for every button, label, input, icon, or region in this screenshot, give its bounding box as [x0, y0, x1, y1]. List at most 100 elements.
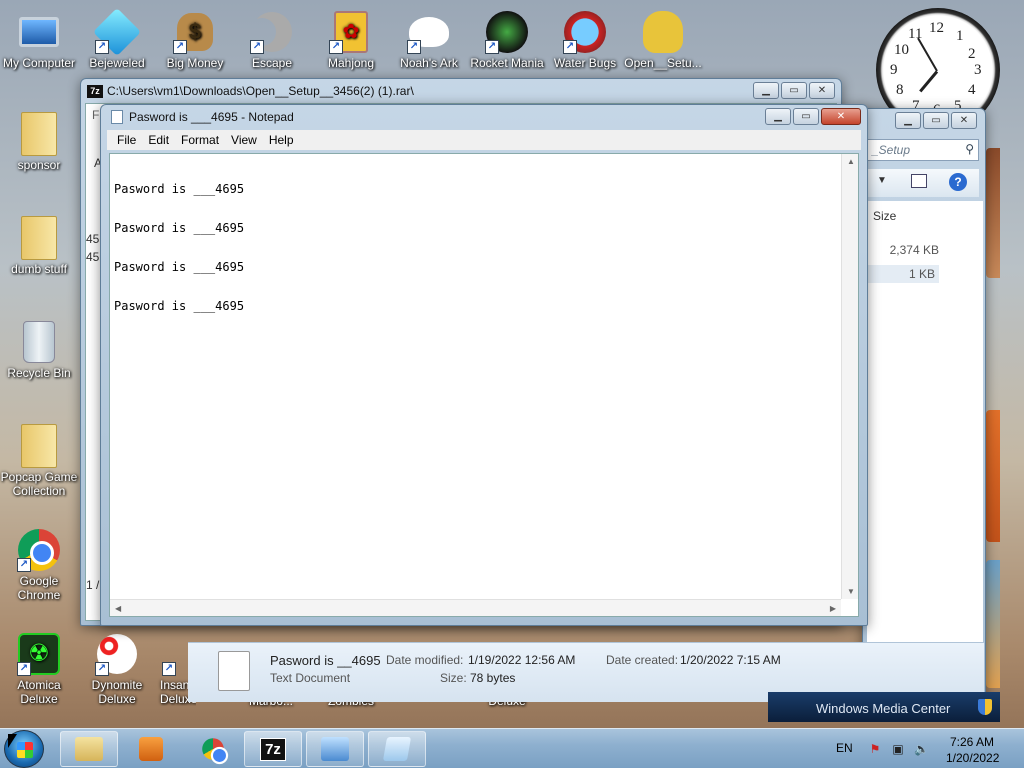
- preview-pane-icon[interactable]: [911, 174, 927, 188]
- notepad-menubar: File Edit Format View Help: [107, 130, 861, 150]
- maximize-button[interactable]: ▭: [793, 108, 819, 125]
- volume-icon[interactable]: 🔈: [914, 742, 929, 756]
- notepad-window[interactable]: Pasword is ___4695 - Notepad ▁ ▭ ✕ File …: [100, 104, 868, 626]
- media-player-icon: [139, 737, 163, 761]
- text-line: Pasword is ___4695: [114, 182, 245, 196]
- scroll-up-icon[interactable]: ▲: [847, 157, 855, 166]
- scroll-down-icon[interactable]: ▼: [847, 587, 855, 596]
- desktop-icon-google-chrome[interactable]: ↗ Google Chrome: [0, 528, 78, 602]
- close-button[interactable]: ✕: [821, 108, 861, 125]
- taskbar-explorer-button[interactable]: [60, 731, 118, 767]
- taskbar-clock-time[interactable]: 7:26 AM: [950, 735, 994, 749]
- menu-format[interactable]: Format: [175, 133, 225, 147]
- maximize-button[interactable]: ▭: [781, 82, 807, 99]
- folder-icon: [21, 216, 57, 260]
- desktop-icon-sponsor[interactable]: sponsor: [0, 112, 78, 172]
- minimize-button[interactable]: ▁: [895, 112, 921, 129]
- setup-character-icon: [643, 11, 683, 53]
- desktop-icon-label: Noah's Ark: [400, 56, 458, 70]
- sevenzip-titlebar[interactable]: 7z C:\Users\vm1\Downloads\Open__Setup__3…: [81, 79, 841, 103]
- explorer-search-input[interactable]: _Setup ⚲: [867, 139, 979, 161]
- details-date-modified-label: Date modified:: [386, 653, 464, 667]
- taskbar: 7z EN ⚑ ▣ 🔈 7:26 AM 1/20/2022: [0, 728, 1024, 768]
- shortcut-arrow-icon: ↗: [563, 40, 577, 54]
- clock-number: 2: [968, 46, 976, 62]
- close-button[interactable]: ✕: [809, 82, 835, 99]
- taskbar-7zip-button[interactable]: 7z: [244, 731, 302, 767]
- view-dropdown-icon[interactable]: ▼: [877, 175, 887, 186]
- gadget-strip-top[interactable]: [986, 148, 1000, 278]
- menu-edit[interactable]: Edit: [142, 133, 175, 147]
- shortcut-arrow-icon: ↗: [95, 40, 109, 54]
- desktop-icon-big-money[interactable]: $ ↗ Big Money: [156, 10, 234, 70]
- network-icon[interactable]: ▣: [891, 742, 905, 756]
- mouse-cursor-icon: [8, 734, 17, 748]
- shortcut-arrow-icon: ↗: [329, 40, 343, 54]
- details-file-name: Pasword is __4695: [270, 653, 381, 668]
- search-placeholder: _Setup: [872, 143, 911, 157]
- desktop-icon-popcap-collection[interactable]: Popcap Game Collection: [0, 424, 78, 498]
- media-center-gadget[interactable]: Windows Media Center: [768, 692, 1000, 722]
- taskbar-media-player-button[interactable]: [122, 731, 180, 767]
- explorer-window[interactable]: ▁ ▭ ✕ _Setup ⚲ ▼ ? Size 2,374 KB 1 KB: [862, 108, 986, 702]
- file-size-cell[interactable]: 1 KB: [867, 265, 939, 283]
- taskbar-notepad-button[interactable]: [368, 731, 426, 767]
- details-date-created: 1/20/2022 7:15 AM: [680, 653, 781, 667]
- scroll-right-icon[interactable]: ▶: [830, 604, 836, 613]
- shortcut-arrow-icon: ↗: [485, 40, 499, 54]
- taskbar-control-panel-button[interactable]: [306, 731, 364, 767]
- minimize-button[interactable]: ▁: [765, 108, 791, 125]
- notepad-titlebar[interactable]: Pasword is ___4695 - Notepad: [101, 105, 867, 129]
- action-center-flag-icon[interactable]: ⚑: [868, 742, 882, 756]
- taskbar-clock-date[interactable]: 1/20/2022: [946, 751, 999, 765]
- file-size-cell[interactable]: 2,374 KB: [890, 243, 939, 257]
- desktop-icon-water-bugs[interactable]: ↗ Water Bugs: [546, 10, 624, 70]
- menu-file[interactable]: File: [111, 133, 142, 147]
- shortcut-arrow-icon: ↗: [173, 40, 187, 54]
- column-header-size[interactable]: Size: [873, 209, 896, 223]
- horizontal-scrollbar[interactable]: ◀ ▶: [110, 599, 841, 616]
- menu-view[interactable]: View: [225, 133, 263, 147]
- details-file-type: Text Document: [270, 671, 351, 685]
- text-line: Pasword is ___4695: [114, 299, 245, 313]
- desktop-icon-bejeweled[interactable]: ↗ Bejeweled: [78, 7, 156, 70]
- help-icon[interactable]: ?: [949, 173, 967, 191]
- clock-number: 10: [894, 42, 909, 58]
- computer-icon: [19, 17, 59, 47]
- desktop-icon-atomica[interactable]: ☢ ↗ Atomica Deluxe: [0, 632, 78, 706]
- close-button[interactable]: ✕: [951, 112, 977, 129]
- desktop-icon-label: Mahjong: [327, 56, 375, 70]
- desktop-icon-my-computer[interactable]: My Computer: [0, 10, 78, 70]
- shortcut-arrow-icon: ↗: [407, 40, 421, 54]
- desktop-icon-label: Atomica Deluxe: [17, 678, 61, 706]
- notepad-text-area[interactable]: Pasword is ___4695 Pasword is ___4695 Pa…: [112, 156, 840, 598]
- gadget-strip-orange[interactable]: [986, 410, 1000, 542]
- desktop-icon-label: Open__Setu...: [624, 56, 702, 70]
- folder-icon: [21, 112, 57, 156]
- notepad-icon: [382, 737, 412, 761]
- desktop-icon-dynomite[interactable]: ↗ Dynomite Deluxe: [78, 632, 156, 706]
- desktop-icon-escape[interactable]: ↗ Escape: [233, 10, 311, 70]
- gadget-strip-bottom[interactable]: [986, 560, 1000, 688]
- desktop-icon-rocket-mania[interactable]: ↗ Rocket Mania: [468, 10, 546, 70]
- notepad-editor[interactable]: Pasword is ___4695 Pasword is ___4695 Pa…: [109, 153, 859, 617]
- minimize-button[interactable]: ▁: [753, 82, 779, 99]
- desktop-icon-noahs-ark[interactable]: ↗ Noah's Ark: [390, 10, 468, 70]
- clock-number: 3: [974, 62, 982, 78]
- menu-help[interactable]: Help: [263, 133, 300, 147]
- language-indicator[interactable]: EN: [836, 741, 853, 755]
- desktop-icon-dumb-stuff[interactable]: dumb stuff: [0, 216, 78, 276]
- desktop-icon-open-setup[interactable]: Open__Setu...: [624, 10, 702, 70]
- desktop-icon-mahjong[interactable]: ✿ ↗ Mahjong: [312, 10, 390, 70]
- maximize-button[interactable]: ▭: [923, 112, 949, 129]
- details-size-label: Size:: [440, 671, 467, 685]
- text-line: Pasword is ___4695: [114, 260, 245, 274]
- shortcut-arrow-icon: ↗: [17, 558, 31, 572]
- scroll-left-icon[interactable]: ◀: [115, 604, 121, 613]
- desktop-icon-label: Big Money: [166, 56, 224, 70]
- desktop-icon-recycle-bin[interactable]: Recycle Bin: [0, 320, 78, 380]
- taskbar-chrome-button[interactable]: [184, 731, 242, 767]
- vertical-scrollbar[interactable]: ▲ ▼: [841, 154, 858, 599]
- folder-icon: [21, 424, 57, 468]
- sevenzip-icon: 7z: [260, 737, 286, 761]
